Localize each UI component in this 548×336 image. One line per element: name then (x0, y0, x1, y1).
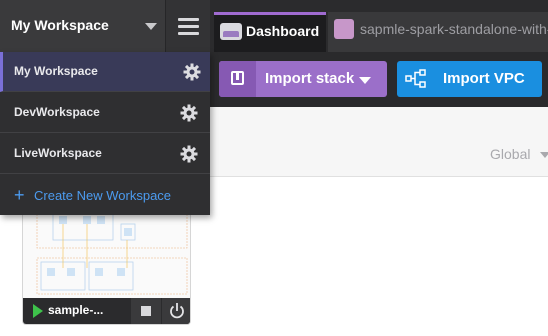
create-workspace-label: Create New Workspace (34, 188, 172, 203)
chevron-down-icon (145, 23, 157, 30)
stack-diagram-thumbnail (23, 204, 190, 298)
create-workspace-button[interactable]: + Create New Workspace (0, 175, 210, 215)
subheader (210, 107, 548, 177)
hamburger-bar (178, 25, 199, 28)
stop-icon (141, 306, 151, 316)
import-stack-button[interactable]: Import stack (219, 61, 387, 97)
workspace-item-devworkspace[interactable]: DevWorkspace (0, 93, 210, 133)
stack-cube-icon (334, 19, 354, 39)
workspace-item-my-workspace[interactable]: My Workspace (0, 52, 210, 92)
workspace-menu: My Workspace DevWorkspace LiveWorkspace … (0, 52, 210, 215)
network-icon (405, 69, 426, 88)
import-stack-label: Import stack (265, 70, 355, 87)
gear-icon[interactable] (183, 63, 201, 81)
tab-stack-label: sapmle-spark-standalone-with- (360, 21, 548, 37)
hamburger-bar (178, 32, 199, 35)
chevron-down-icon (359, 77, 371, 84)
stop-button[interactable] (131, 298, 161, 324)
stack-card[interactable]: sample-... (22, 203, 191, 325)
workspace-item-label: DevWorkspace (14, 105, 100, 119)
import-vpc-button[interactable]: Import VPC (397, 61, 542, 97)
workspace-switcher-label: My Workspace (11, 17, 109, 33)
workspace-item-label: LiveWorkspace (14, 146, 102, 160)
chevron-down-icon (540, 152, 548, 158)
dashboard-icon (220, 23, 242, 40)
gear-icon[interactable] (180, 104, 198, 122)
gear-icon[interactable] (180, 145, 198, 163)
tab-dashboard[interactable]: Dashboard (214, 12, 326, 52)
import-icon (219, 61, 256, 97)
power-button[interactable] (162, 298, 190, 324)
workspace-item-label: My Workspace (14, 64, 98, 78)
hamburger-bar (178, 18, 199, 21)
stack-name: sample-... (48, 303, 104, 317)
workspace-item-liveworkspace[interactable]: LiveWorkspace (0, 134, 210, 174)
tab-dashboard-label: Dashboard (246, 23, 320, 39)
hamburger-menu-button[interactable] (165, 0, 210, 52)
tab-stack[interactable]: sapmle-spark-standalone-with- (328, 12, 548, 52)
plus-icon: + (14, 185, 25, 205)
running-status-icon (33, 304, 43, 318)
import-vpc-label: Import VPC (443, 70, 525, 87)
workspace-switcher[interactable]: My Workspace (0, 0, 210, 52)
power-icon (170, 303, 184, 319)
stack-card-footer: sample-... (23, 298, 190, 324)
region-select[interactable]: Global (490, 146, 530, 162)
